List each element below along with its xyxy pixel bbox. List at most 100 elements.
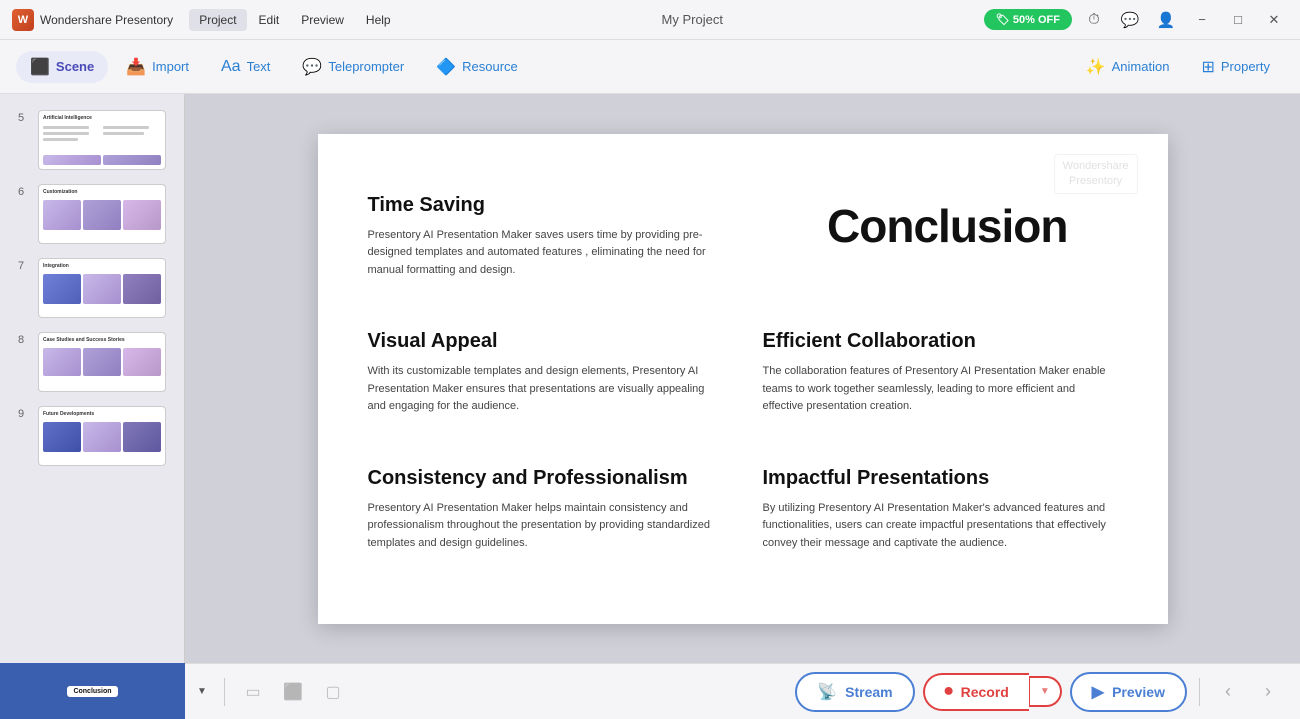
text-button[interactable]: Aa Text [207, 52, 284, 82]
slide-item-9[interactable]: 9 Future Developments [8, 400, 176, 472]
canvas-area[interactable]: Wondershare Presentory Conclusion Time S… [185, 94, 1300, 663]
scene-label: Scene [56, 59, 94, 74]
slide-watermark: Wondershare Presentory [1054, 154, 1138, 195]
slide-thumb-7: Integration [38, 258, 166, 318]
record-group: ⏺ Record ▼ [923, 673, 1062, 711]
block-time-saving: Time Saving Presentory AI Presentation M… [368, 194, 723, 311]
bottom-bar: 🎤 ▼ 🔊 ▼ 🛡 ▼ ▭ ⬛ ▢ 📡 Stream ⏺ Record ▼ ▶ … [0, 663, 1300, 719]
text-icon: Aa [221, 58, 241, 76]
record-label: Record [961, 684, 1009, 700]
slide-thumb-9: Future Developments [38, 406, 166, 466]
slide-thumb-6: Customization [38, 184, 166, 244]
block-title-4: Efficient Collaboration [763, 330, 1118, 353]
slide-item-5[interactable]: 5 Artificial Intelligence [8, 104, 176, 176]
close-button[interactable]: ✕ [1260, 6, 1288, 34]
toolbar: ⬛ Scene 📥 Import Aa Text 💬 Teleprompter … [0, 40, 1300, 94]
titlebar: W Wondershare Presentory Project Edit Pr… [0, 0, 1300, 40]
app-logo: W Wondershare Presentory [12, 9, 173, 31]
block-text-5: Presentory AI Presentation Maker helps m… [368, 500, 723, 553]
slide-panel: 5 Artificial Intelligence [0, 94, 185, 663]
property-icon: ⊞ [1201, 57, 1214, 77]
thumb-title-6: Customization [43, 189, 161, 195]
chat-icon[interactable]: 💬 [1116, 6, 1144, 34]
resource-label: Resource [462, 59, 518, 74]
animation-icon: ✨ [1086, 57, 1106, 77]
app-brand: Wondershare Presentory [40, 13, 173, 27]
block-impactful: Impactful Presentations By utilizing Pre… [763, 467, 1118, 584]
animation-button[interactable]: ✨ Animation [1072, 51, 1184, 83]
slide-num-8: 8 [18, 332, 30, 346]
minimize-button[interactable]: − [1188, 6, 1216, 34]
thumb-title-5: Artificial Intelligence [43, 115, 161, 121]
nav-edit[interactable]: Edit [249, 9, 290, 31]
slide-num-6: 6 [18, 184, 30, 198]
slide-item-7[interactable]: 7 Integration [8, 252, 176, 324]
screen-layout3-button[interactable]: ▢ [317, 676, 349, 708]
thumb-title-8: Case Studies and Success Stories [43, 337, 161, 343]
block-visual-appeal: Visual Appeal With its customizable temp… [368, 330, 723, 447]
preview-label: Preview [1112, 684, 1165, 700]
slide-thumb-5: Artificial Intelligence [38, 110, 166, 170]
preview-icon: ▶ [1092, 682, 1104, 702]
slide-num-5: 5 [18, 110, 30, 124]
resource-button[interactable]: 🔷 Resource [422, 51, 532, 83]
import-icon: 📥 [126, 57, 146, 77]
property-label: Property [1221, 59, 1270, 74]
nav-next-arrow[interactable]: › [1252, 676, 1284, 708]
record-chevron-icon: ▼ [1040, 686, 1050, 697]
app-logo-icon: W [12, 9, 34, 31]
animation-label: Animation [1112, 59, 1170, 74]
logo-letter: W [18, 14, 28, 26]
titlebar-nav: Project Edit Preview Help [189, 9, 400, 31]
scene-button[interactable]: ⬛ Scene [16, 51, 108, 83]
import-button[interactable]: 📥 Import [112, 51, 203, 83]
block-text-3: With its customizable templates and desi… [368, 363, 723, 416]
import-label: Import [152, 59, 189, 74]
maximize-button[interactable]: □ [1224, 6, 1252, 34]
nav-help[interactable]: Help [356, 9, 401, 31]
scene-icon: ⬛ [30, 57, 50, 77]
screen-layout1-button[interactable]: ▭ [237, 676, 269, 708]
teleprompter-label: Teleprompter [328, 59, 404, 74]
block-text-1: Presentory AI Presentation Maker saves u… [368, 227, 723, 280]
shield-dropdown[interactable]: ▼ [192, 676, 212, 708]
record-button[interactable]: ⏺ Record [923, 673, 1029, 711]
user-icon[interactable]: 👤 [1152, 6, 1180, 34]
teleprompter-button[interactable]: 💬 Teleprompter [288, 51, 418, 83]
slide-item-8[interactable]: 8 Case Studies and Success Stories [8, 326, 176, 398]
block-title-5: Consistency and Professionalism [368, 467, 723, 490]
record-icon: ⏺ [945, 683, 953, 701]
block-title-6: Impactful Presentations [763, 467, 1118, 490]
property-button[interactable]: ⊞ Property [1187, 51, 1284, 83]
nav-prev-arrow[interactable]: ‹ [1212, 676, 1244, 708]
resource-icon: 🔷 [436, 57, 456, 77]
text-label: Text [247, 59, 271, 74]
screen-layout2-button[interactable]: ⬛ [277, 676, 309, 708]
main-layout: 5 Artificial Intelligence [0, 94, 1300, 663]
block-text-4: The collaboration features of Presentory… [763, 363, 1118, 416]
thumb-title-7: Integration [43, 263, 161, 269]
discount-button[interactable]: 🏷 50% OFF [984, 9, 1072, 30]
slide-num-7: 7 [18, 258, 30, 272]
titlebar-actions: 🏷 50% OFF ⏱ 💬 👤 − □ ✕ [984, 6, 1288, 34]
stream-icon: 📡 [817, 682, 837, 702]
block-text-6: By utilizing Presentory AI Presentation … [763, 500, 1118, 553]
active-slide-thumb: Conclusion [67, 686, 117, 697]
block-consistency: Consistency and Professionalism Presento… [368, 467, 723, 584]
nav-preview[interactable]: Preview [291, 9, 354, 31]
thumb-title-9: Future Developments [43, 411, 161, 417]
teleprompter-icon: 💬 [302, 57, 322, 77]
separator-1 [224, 678, 225, 706]
stream-button[interactable]: 📡 Stream [795, 672, 914, 712]
slide-canvas: Wondershare Presentory Conclusion Time S… [318, 134, 1168, 624]
slide-item-6[interactable]: 6 Customization [8, 178, 176, 250]
slide-num-9: 9 [18, 406, 30, 420]
stream-label: Stream [845, 684, 892, 700]
record-dropdown[interactable]: ▼ [1029, 676, 1062, 707]
nav-project[interactable]: Project [189, 9, 246, 31]
preview-button[interactable]: ▶ Preview [1070, 672, 1187, 712]
slide-thumb-8: Case Studies and Success Stories [38, 332, 166, 392]
project-title: My Project [401, 12, 984, 27]
history-icon[interactable]: ⏱ [1080, 6, 1108, 34]
active-slide-indicator[interactable]: Conclusion [0, 663, 185, 719]
